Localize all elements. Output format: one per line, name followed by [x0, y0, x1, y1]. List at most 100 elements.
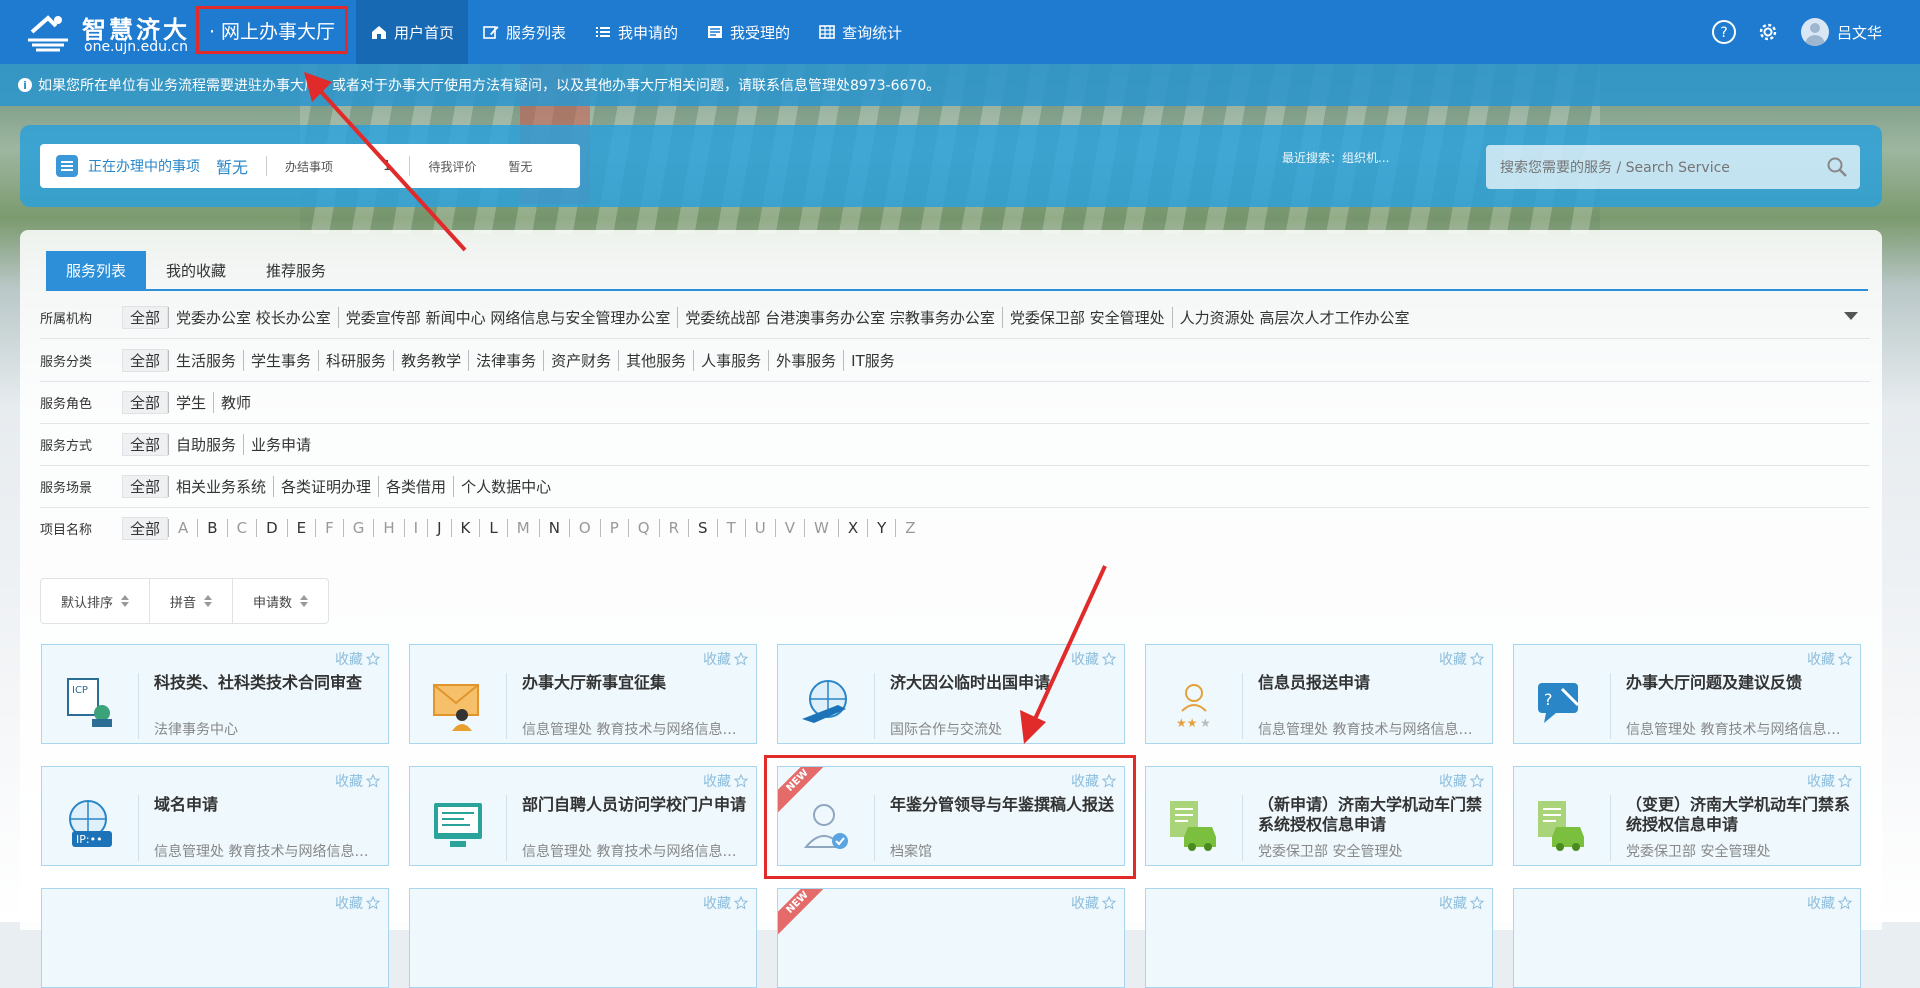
filter-option[interactable]: H	[373, 519, 403, 537]
service-card[interactable]: 收藏 IP:•• 域名申请 信息管理处 教育技术与网络信息中心	[41, 766, 389, 866]
sort-default-button[interactable]: 默认排序	[41, 579, 149, 623]
service-card[interactable]: NEW 收藏	[777, 888, 1125, 988]
service-card[interactable]: 收藏 （新申请）济南大学机动车门禁系统授权信息申请 党委保卫部 安全管理处	[1145, 766, 1493, 866]
service-card[interactable]: 收藏 部门自聘人员访问学校门户申请 信息管理处 教育技术与网络信息中心	[409, 766, 757, 866]
filter-option[interactable]: IT服务	[843, 349, 902, 371]
filter-option[interactable]: 全部	[122, 348, 169, 372]
filter-option[interactable]: 教务教学	[393, 349, 468, 371]
favorite-button[interactable]: 收藏	[1439, 893, 1484, 913]
tab-service-list[interactable]: 服务列表	[46, 251, 147, 289]
favorite-button[interactable]: 收藏	[335, 771, 380, 791]
filter-option[interactable]: S	[688, 519, 717, 537]
filter-option[interactable]: P	[599, 519, 628, 537]
expand-caret-icon[interactable]	[1844, 312, 1858, 320]
filter-option[interactable]: 业务申请	[243, 433, 318, 455]
filter-option[interactable]: 学生	[168, 391, 213, 413]
card-title[interactable]: 信息员报送申请	[1258, 673, 1484, 693]
site-logo[interactable]: 智慧济大 one.ujn.edu.cn	[26, 7, 188, 57]
filter-option[interactable]: X	[837, 519, 867, 537]
filter-option[interactable]: 党委统战部 台港澳事务办公室 宗教事务办公室	[677, 306, 1002, 328]
card-title[interactable]: 办事大厅问题及建议反馈	[1626, 673, 1852, 693]
card-title[interactable]: 科技类、社科类技术合同审查	[154, 673, 380, 693]
filter-option[interactable]: C	[226, 519, 256, 537]
service-card[interactable]: 收藏	[1513, 888, 1861, 988]
in-progress-label[interactable]: 正在办理中的事项	[88, 156, 200, 176]
service-card[interactable]: 收藏	[1145, 888, 1493, 988]
filter-option[interactable]: Z	[895, 519, 924, 537]
card-title[interactable]: （新申请）济南大学机动车门禁系统授权信息申请	[1258, 795, 1484, 835]
sort-pinyin-button[interactable]: 拼音	[149, 579, 232, 623]
user-avatar[interactable]	[1800, 18, 1829, 46]
tab-my-favorites[interactable]: 我的收藏	[146, 251, 246, 289]
filter-option[interactable]: E	[286, 519, 315, 537]
service-card[interactable]: 收藏 ICP 科技类、社科类技术合同审查 法律事务中心	[41, 644, 389, 744]
service-card[interactable]: 收藏? 办事大厅问题及建议反馈 信息管理处 教育技术与网络信息中心	[1513, 644, 1861, 744]
filter-option[interactable]: O	[568, 519, 600, 537]
filter-option[interactable]: 全部	[122, 474, 169, 498]
favorite-button[interactable]: 收藏	[1439, 771, 1484, 791]
favorite-button[interactable]: 收藏	[703, 649, 748, 669]
favorite-button[interactable]: 收藏	[703, 893, 748, 913]
card-title[interactable]: 域名申请	[154, 795, 380, 815]
filter-option[interactable]: M	[506, 519, 539, 537]
card-title[interactable]: （变更）济南大学机动车门禁系统授权信息申请	[1626, 795, 1852, 835]
card-title[interactable]: 办事大厅新事宜征集	[522, 673, 748, 693]
filter-option[interactable]: V	[774, 519, 804, 537]
filter-option[interactable]: N	[538, 519, 569, 537]
filter-option[interactable]: D	[256, 519, 287, 537]
filter-option[interactable]: G	[342, 519, 374, 537]
filter-option[interactable]: 科研服务	[318, 349, 393, 371]
user-name[interactable]: 吕文华	[1837, 22, 1882, 43]
card-title[interactable]: 部门自聘人员访问学校门户申请	[522, 795, 748, 815]
filter-option[interactable]: U	[744, 519, 775, 537]
recent-search-term[interactable]: 组织机...	[1342, 151, 1389, 165]
favorite-button[interactable]: 收藏	[703, 771, 748, 791]
nav-my-handled[interactable]: 我受理的	[692, 0, 804, 64]
service-card[interactable]: 收藏 办事大厅新事宜征集 信息管理处 教育技术与网络信息中心	[409, 644, 757, 744]
filter-option[interactable]: Y	[867, 519, 895, 537]
filter-option[interactable]: 人事服务	[693, 349, 768, 371]
in-progress-value[interactable]: 暂无	[216, 154, 248, 178]
sort-count-button[interactable]: 申请数	[232, 579, 328, 623]
help-icon[interactable]: ?	[1711, 19, 1737, 45]
filter-option[interactable]: K	[450, 519, 480, 537]
filter-option[interactable]: J	[427, 519, 450, 537]
filter-option[interactable]: 生活服务	[168, 349, 243, 371]
filter-option[interactable]: 学生事务	[243, 349, 318, 371]
filter-option[interactable]: F	[315, 519, 343, 537]
favorite-button[interactable]: 收藏	[1439, 649, 1484, 669]
filter-option[interactable]: T	[716, 519, 745, 537]
filter-option[interactable]: 自助服务	[168, 433, 243, 455]
eval-value[interactable]: 暂无	[508, 158, 532, 175]
filter-option[interactable]: 各类证明办理	[273, 475, 378, 497]
filter-option[interactable]: 教师	[213, 391, 258, 413]
filter-option[interactable]: A	[168, 519, 197, 537]
search-input[interactable]	[1498, 155, 1822, 181]
filter-option[interactable]: W	[803, 519, 838, 537]
favorite-button[interactable]: 收藏	[1807, 893, 1852, 913]
filter-option[interactable]: 全部	[122, 305, 169, 329]
favorite-button[interactable]: 收藏	[335, 893, 380, 913]
service-card[interactable]: 收藏	[409, 888, 757, 988]
filter-option[interactable]: 党委宣传部 新闻中心 网络信息与安全管理办公室	[337, 306, 678, 328]
nav-my-applications[interactable]: 我申请的	[580, 0, 692, 64]
favorite-button[interactable]: 收藏	[1807, 771, 1852, 791]
filter-option[interactable]: 全部	[122, 390, 169, 414]
filter-option[interactable]: 党委保卫部 安全管理处	[1001, 306, 1172, 328]
filter-option[interactable]: 党委办公室 校长办公室	[168, 306, 338, 328]
filter-option[interactable]: 各类借用	[378, 475, 453, 497]
filter-option[interactable]: 法律事务	[468, 349, 543, 371]
filter-option[interactable]: L	[479, 519, 506, 537]
filter-option[interactable]: 其他服务	[618, 349, 693, 371]
service-card[interactable]: 收藏	[41, 888, 389, 988]
filter-option[interactable]: Q	[627, 519, 659, 537]
filter-option[interactable]: 外事服务	[768, 349, 843, 371]
filter-option[interactable]: 相关业务系统	[168, 475, 273, 497]
nav-service-list[interactable]: 服务列表	[468, 0, 580, 64]
filter-option[interactable]: 全部	[122, 516, 169, 540]
search-icon[interactable]	[1826, 156, 1848, 178]
service-card[interactable]: 收藏 ★★ ★ 信息员报送申请 信息管理处 教育技术与网络信息中心	[1145, 644, 1493, 744]
favorite-button[interactable]: 收藏	[335, 649, 380, 669]
filter-option[interactable]: I	[403, 519, 427, 537]
settings-gear-icon[interactable]	[1755, 19, 1781, 45]
